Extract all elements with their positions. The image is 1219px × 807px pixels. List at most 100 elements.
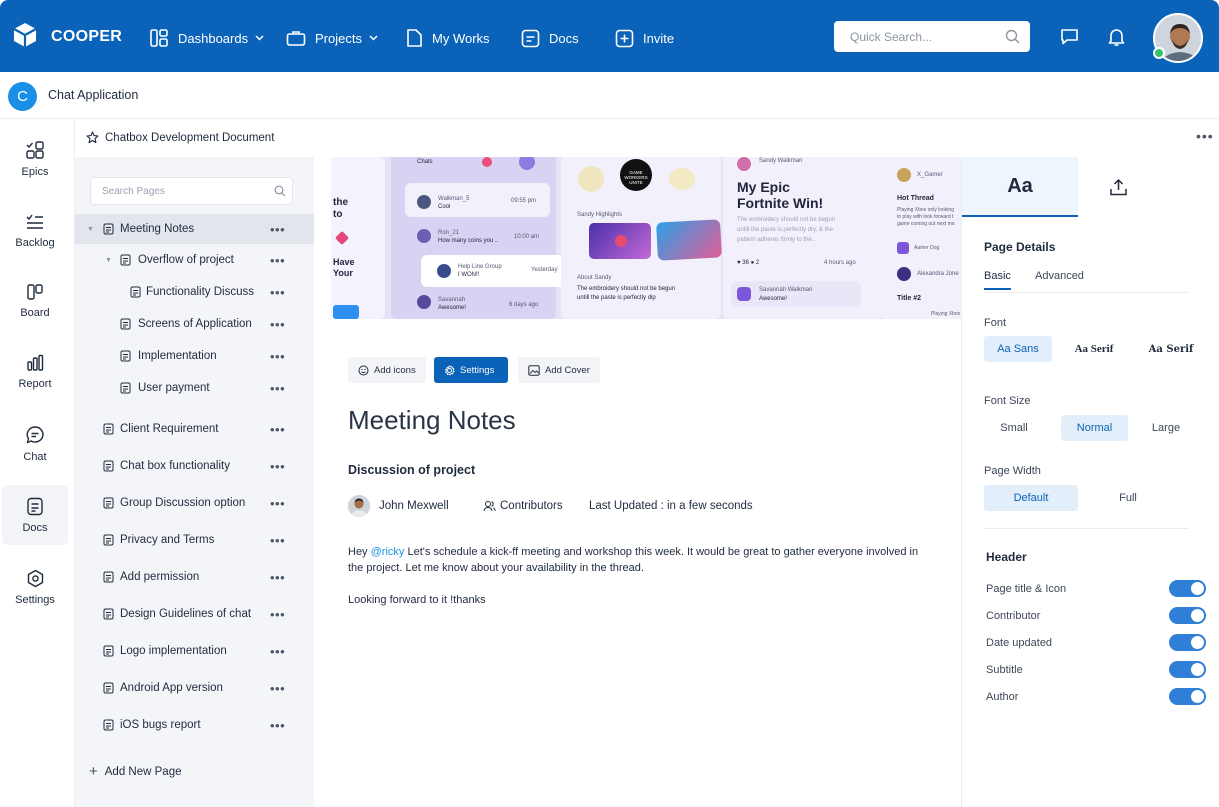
page-options-icon[interactable]: ••• bbox=[270, 607, 285, 622]
font-option-serif[interactable]: Aa Serif bbox=[1063, 336, 1125, 362]
page-title[interactable]: Meeting Notes bbox=[348, 405, 516, 436]
page-options-icon[interactable]: ••• bbox=[270, 381, 285, 396]
bell-icon[interactable] bbox=[1107, 27, 1126, 50]
page-item[interactable]: Functionality Discuss ••• bbox=[75, 277, 314, 307]
mention-link[interactable]: @ricky bbox=[371, 546, 405, 558]
toggle-label: Subtitle bbox=[986, 664, 1023, 676]
page-item-label: User payment bbox=[138, 382, 210, 394]
body-paragraph-2[interactable]: Looking forward to it !thanks bbox=[348, 592, 923, 608]
page-options-icon[interactable]: ••• bbox=[270, 222, 285, 237]
page-item[interactable]: Chat box functionality ••• bbox=[75, 451, 314, 481]
search-icon[interactable] bbox=[274, 185, 286, 197]
cover-right-user-3: Alexandra Jone bbox=[917, 271, 959, 277]
star-icon[interactable] bbox=[86, 131, 99, 144]
rail-item-backlog[interactable]: Backlog bbox=[2, 201, 68, 261]
page-search[interactable] bbox=[90, 177, 293, 205]
add-new-page-button[interactable]: + Add New Page bbox=[89, 763, 181, 780]
rail-item-docs[interactable]: Docs bbox=[2, 485, 68, 545]
page-item[interactable]: ▼ Overflow of project ••• bbox=[75, 245, 314, 275]
add-cover-button[interactable]: Add Cover bbox=[518, 357, 600, 383]
quick-search-input[interactable] bbox=[834, 21, 994, 52]
nav-projects[interactable]: Projects bbox=[286, 26, 378, 50]
rail-label-epics: Epics bbox=[21, 166, 49, 178]
page-search-input[interactable] bbox=[91, 178, 261, 204]
caret-down-icon[interactable]: ▼ bbox=[105, 257, 112, 264]
search-icon[interactable] bbox=[1005, 29, 1020, 44]
page-item[interactable]: Design Guidelines of chat ••• bbox=[75, 599, 314, 629]
brand[interactable]: COOPER bbox=[12, 22, 122, 51]
page-options-icon[interactable]: ••• bbox=[270, 533, 285, 548]
page-item[interactable]: ▼ Meeting Notes ••• bbox=[75, 214, 314, 244]
tab-typography[interactable]: Aa bbox=[962, 157, 1078, 217]
page-item[interactable]: Privacy and Terms ••• bbox=[75, 525, 314, 555]
font-size-large[interactable]: Large bbox=[1136, 415, 1196, 441]
page-options-icon[interactable]: ••• bbox=[270, 644, 285, 659]
add-icons-button[interactable]: Add icons bbox=[348, 357, 426, 383]
more-options-icon[interactable]: ••• bbox=[1196, 128, 1214, 144]
contributors-button[interactable]: Contributors bbox=[483, 495, 563, 517]
plus-square-icon bbox=[615, 29, 634, 47]
font-size-normal[interactable]: Normal bbox=[1061, 415, 1128, 441]
toggle-switch[interactable] bbox=[1169, 607, 1206, 624]
toggle-switch[interactable] bbox=[1169, 688, 1206, 705]
cover-image[interactable]: the to Have Your Chats Walkman_5 Cool 09… bbox=[331, 157, 961, 319]
font-option-sans[interactable]: Aa Sans bbox=[984, 336, 1052, 362]
rail-item-epics[interactable]: Epics bbox=[2, 129, 68, 189]
cover-post-comments-count: 2 bbox=[755, 260, 760, 266]
page-options-icon[interactable]: ••• bbox=[270, 718, 285, 733]
app-avatar[interactable]: C bbox=[8, 82, 37, 111]
page-width-default[interactable]: Default bbox=[984, 485, 1078, 511]
subtab-basic[interactable]: Basic bbox=[984, 270, 1011, 290]
document-icon bbox=[103, 571, 114, 583]
document-icon bbox=[103, 645, 114, 657]
page-options-icon[interactable]: ••• bbox=[270, 496, 285, 511]
page-item[interactable]: User payment ••• bbox=[75, 373, 314, 403]
page-options-icon[interactable]: ••• bbox=[270, 459, 285, 474]
rail-item-chat[interactable]: Chat bbox=[2, 414, 68, 474]
font-size-small[interactable]: Small bbox=[984, 415, 1044, 441]
subtab-advanced[interactable]: Advanced bbox=[1035, 270, 1084, 282]
font-option-serif-alt[interactable]: Aa Serif bbox=[1140, 336, 1202, 362]
page-subtitle[interactable]: Discussion of project bbox=[348, 463, 475, 477]
page-options-icon[interactable]: ••• bbox=[270, 681, 285, 696]
nav-invite[interactable]: Invite bbox=[615, 26, 674, 50]
cover-post-author: Sandy Walkman bbox=[759, 158, 803, 164]
toggle-switch[interactable] bbox=[1169, 634, 1206, 651]
quick-search[interactable] bbox=[834, 21, 1030, 52]
page-options-icon[interactable]: ••• bbox=[270, 570, 285, 585]
toggle-switch[interactable] bbox=[1169, 580, 1206, 597]
page-item[interactable]: Screens of Application ••• bbox=[75, 309, 314, 339]
rail-item-board[interactable]: Board bbox=[2, 271, 68, 331]
page-item[interactable]: Group Discussion option ••• bbox=[75, 488, 314, 518]
page-item[interactable]: Add permission ••• bbox=[75, 562, 314, 592]
cover-post-body-1: The embroidery should not be begun bbox=[737, 217, 836, 223]
rail-item-report[interactable]: Report bbox=[2, 342, 68, 402]
page-options-icon[interactable]: ••• bbox=[270, 285, 285, 300]
toggle-switch[interactable] bbox=[1169, 661, 1206, 678]
page-item[interactable]: Implementation ••• bbox=[75, 341, 314, 371]
page-options-icon[interactable]: ••• bbox=[270, 422, 285, 437]
nav-docs[interactable]: Docs bbox=[521, 26, 579, 50]
nav-my-works[interactable]: My Works bbox=[406, 26, 490, 50]
cover-msg-2-name: Ron_21 bbox=[438, 230, 460, 236]
page-width-full[interactable]: Full bbox=[1086, 485, 1170, 511]
settings-button[interactable]: Settings bbox=[434, 357, 508, 383]
last-updated: Last Updated : in a few seconds bbox=[589, 495, 753, 517]
page-options-icon[interactable]: ••• bbox=[270, 253, 285, 268]
page-options-icon[interactable]: ••• bbox=[270, 317, 285, 332]
page-options-icon[interactable]: ••• bbox=[270, 349, 285, 364]
cover-highlight-2 bbox=[656, 219, 722, 261]
body-paragraph-1[interactable]: Hey @ricky Let's schedule a kick-ff meet… bbox=[348, 544, 923, 576]
page-item[interactable]: Client Requirement ••• bbox=[75, 414, 314, 444]
author-info[interactable]: John Mexwell bbox=[348, 495, 449, 517]
page-item[interactable]: Android App version ••• bbox=[75, 673, 314, 703]
settings-label: Settings bbox=[460, 364, 495, 376]
rail-item-settings[interactable]: Settings bbox=[2, 557, 68, 617]
messages-icon[interactable] bbox=[1060, 27, 1079, 49]
tab-export[interactable] bbox=[1078, 157, 1158, 217]
page-item[interactable]: iOS bugs report ••• bbox=[75, 710, 314, 740]
nav-dashboards[interactable]: Dashboards bbox=[149, 26, 264, 50]
page-item[interactable]: Logo implementation ••• bbox=[75, 636, 314, 666]
add-icons-label: Add icons bbox=[374, 364, 416, 376]
caret-down-icon[interactable]: ▼ bbox=[87, 226, 94, 233]
